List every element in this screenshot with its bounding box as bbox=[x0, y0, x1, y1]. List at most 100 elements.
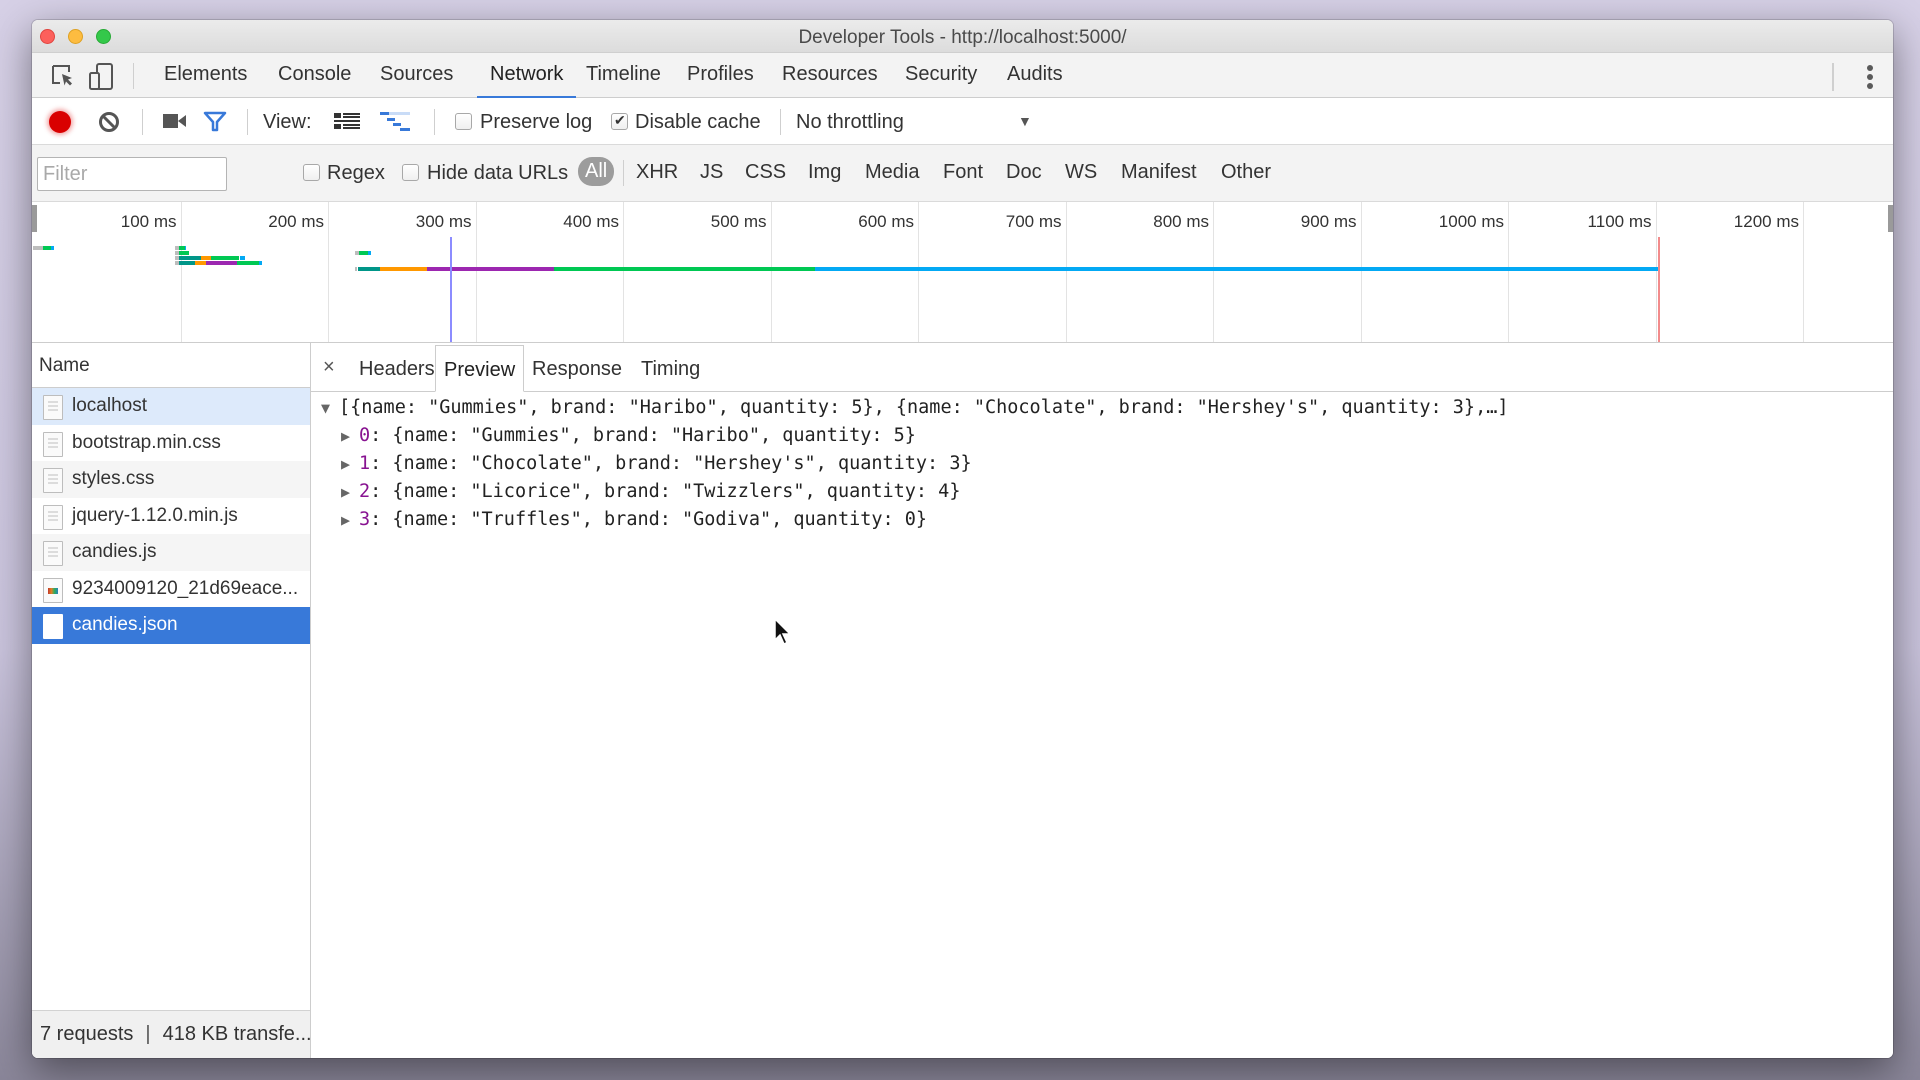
timeline-tick-label: 900 ms bbox=[1300, 212, 1357, 231]
close-icon[interactable]: × bbox=[323, 356, 335, 379]
type-filter-img[interactable]: Img bbox=[808, 161, 841, 184]
request-row[interactable]: localhost bbox=[32, 388, 310, 425]
detail-tab-bar: × Headers Preview Response Timing bbox=[311, 345, 1893, 392]
divider bbox=[1832, 63, 1834, 91]
type-filter-other[interactable]: Other bbox=[1221, 161, 1271, 184]
tab-profiles[interactable]: Profiles bbox=[683, 63, 758, 98]
waterfall-segment-waiting bbox=[358, 251, 368, 255]
json-array-item[interactable]: ▶ 2: {name: "Licorice", brand: "Twizzlers… bbox=[321, 481, 1508, 509]
timeline-tick-label: 600 ms bbox=[858, 212, 914, 231]
request-name: 9234009120_21d69eace... bbox=[72, 577, 299, 599]
device-mode-icon[interactable] bbox=[88, 63, 114, 90]
tab-audits[interactable]: Audits bbox=[1003, 63, 1067, 98]
request-row[interactable]: candies.json bbox=[32, 607, 310, 644]
timeline-tick-label: 400 ms bbox=[563, 212, 619, 231]
chevron-down-icon[interactable]: ▼ bbox=[1018, 113, 1032, 129]
tab-response[interactable]: Response bbox=[524, 345, 630, 392]
json-array-item[interactable]: ▶ 0: {name: "Gummies", brand: "Haribo", q… bbox=[321, 425, 1508, 453]
type-filter-media[interactable]: Media bbox=[865, 161, 919, 184]
inspect-element-icon[interactable] bbox=[50, 63, 76, 89]
status-separator: | bbox=[145, 1023, 151, 1045]
file-list: localhost bootstrap.min.css styles.css jque… bbox=[32, 388, 310, 644]
expanded-triangle-icon[interactable]: ▼ bbox=[321, 399, 339, 417]
collapsed-triangle-icon[interactable]: ▶ bbox=[341, 511, 359, 529]
preserve-log-label[interactable]: Preserve log bbox=[480, 111, 592, 134]
waterfall-segment-downloading bbox=[814, 267, 1659, 271]
regex-checkbox[interactable] bbox=[303, 164, 320, 181]
record-icon[interactable] bbox=[49, 111, 71, 133]
json-root-row[interactable]: ▼ [{name: "Gummies", brand: "Haribo", qua… bbox=[321, 397, 1508, 425]
network-overview-timeline[interactable]: 100 ms 200 ms 300 ms 400 ms 500 ms 600 ms 700 … bbox=[32, 202, 1893, 343]
regex-label[interactable]: Regex bbox=[327, 162, 385, 185]
json-preview: ▼ [{name: "Gummies", brand: "Haribo", qua… bbox=[321, 397, 1508, 537]
waterfall-segment-queueing bbox=[33, 246, 44, 250]
json-item-index: 1 bbox=[359, 453, 371, 474]
waterfall-segment-waiting bbox=[211, 256, 240, 260]
disable-cache-checkbox[interactable] bbox=[611, 112, 628, 130]
waterfall-segment-waiting bbox=[43, 246, 51, 250]
tab-sources[interactable]: Sources bbox=[376, 63, 457, 98]
divider bbox=[434, 109, 435, 135]
network-toolbar: View: Preserve log Disable cache No thro… bbox=[32, 98, 1893, 145]
type-filter-js[interactable]: JS bbox=[700, 161, 723, 184]
request-count: 7 requests bbox=[40, 1023, 134, 1045]
collapsed-triangle-icon[interactable]: ▶ bbox=[341, 455, 359, 473]
overview-right-handle[interactable] bbox=[1888, 205, 1893, 232]
json-array-item[interactable]: ▶ 3: {name: "Truffles", brand: "Godiva", … bbox=[321, 509, 1508, 537]
more-options-icon[interactable] bbox=[1867, 65, 1873, 92]
request-row[interactable]: styles.css bbox=[32, 461, 310, 498]
type-filter-ws[interactable]: WS bbox=[1065, 161, 1097, 184]
request-row[interactable]: jquery-1.12.0.min.js bbox=[32, 498, 310, 535]
hide-data-urls-checkbox[interactable] bbox=[402, 164, 419, 181]
divider bbox=[133, 63, 134, 89]
disable-cache-label[interactable]: Disable cache bbox=[635, 111, 761, 134]
waterfall-segment-downloading bbox=[258, 261, 262, 265]
request-detail-panel: × Headers Preview Response Timing ▼ [{nam… bbox=[311, 343, 1893, 1058]
tab-timeline[interactable]: Timeline bbox=[582, 63, 665, 98]
type-filter-font[interactable]: Font bbox=[943, 161, 983, 184]
tab-security[interactable]: Security bbox=[901, 63, 981, 98]
tab-headers[interactable]: Headers bbox=[351, 345, 443, 392]
request-row[interactable]: candies.js bbox=[32, 534, 310, 571]
type-filter-all[interactable]: All bbox=[578, 157, 615, 186]
timeline-tick-label: 800 ms bbox=[1153, 212, 1209, 231]
json-array-item[interactable]: ▶ 1: {name: "Chocolate", brand: "Hershey'… bbox=[321, 453, 1508, 481]
throttling-select[interactable]: No throttling bbox=[796, 111, 904, 134]
waterfall-overview-icon[interactable] bbox=[380, 112, 412, 137]
waterfall-segment-downloading bbox=[367, 251, 371, 255]
tab-console[interactable]: Console bbox=[274, 63, 355, 98]
timeline-gridline bbox=[328, 202, 329, 342]
overview-left-handle[interactable] bbox=[32, 205, 37, 232]
json-item-value: {name: "Gummies", brand: "Haribo", quant… bbox=[392, 425, 916, 446]
type-filter-doc[interactable]: Doc bbox=[1006, 161, 1042, 184]
clear-icon[interactable] bbox=[98, 111, 120, 133]
name-column-header[interactable]: Name bbox=[32, 343, 310, 388]
divider bbox=[247, 109, 248, 135]
request-name: bootstrap.min.css bbox=[72, 431, 221, 453]
timeline-tick-label: 200 ms bbox=[268, 212, 324, 231]
hide-data-urls-label[interactable]: Hide data URLs bbox=[427, 162, 568, 185]
filter-funnel-icon[interactable] bbox=[203, 111, 227, 138]
window-title: Developer Tools - http://localhost:5000/ bbox=[798, 27, 1127, 48]
large-rows-icon[interactable] bbox=[334, 113, 360, 136]
video-camera-icon[interactable] bbox=[163, 113, 187, 134]
tab-timing[interactable]: Timing bbox=[633, 345, 708, 392]
type-filter-xhr[interactable]: XHR bbox=[636, 161, 678, 184]
timeline-tick-label: 1100 ms bbox=[1587, 212, 1652, 231]
collapsed-triangle-icon[interactable]: ▶ bbox=[341, 483, 359, 501]
collapsed-triangle-icon[interactable]: ▶ bbox=[341, 427, 359, 445]
tab-elements[interactable]: Elements bbox=[160, 63, 251, 98]
tab-preview[interactable]: Preview bbox=[435, 345, 525, 392]
timeline-gridline bbox=[1065, 202, 1067, 342]
preserve-log-checkbox[interactable] bbox=[455, 113, 472, 130]
devtools-window: Developer Tools - http://localhost:5000/… bbox=[32, 20, 1893, 1058]
request-row[interactable]: bootstrap.min.css bbox=[32, 425, 310, 462]
filter-input[interactable] bbox=[37, 157, 227, 191]
type-filter-css[interactable]: CSS bbox=[745, 161, 786, 184]
waterfall-segment-connecting bbox=[357, 267, 380, 271]
tab-network[interactable]: Network bbox=[477, 63, 577, 98]
tab-resources[interactable]: Resources bbox=[778, 63, 882, 98]
type-filter-manifest[interactable]: Manifest bbox=[1121, 161, 1197, 184]
request-row[interactable]: 9234009120_21d69eace... bbox=[32, 571, 310, 608]
image-thumbnail-icon bbox=[43, 577, 63, 603]
